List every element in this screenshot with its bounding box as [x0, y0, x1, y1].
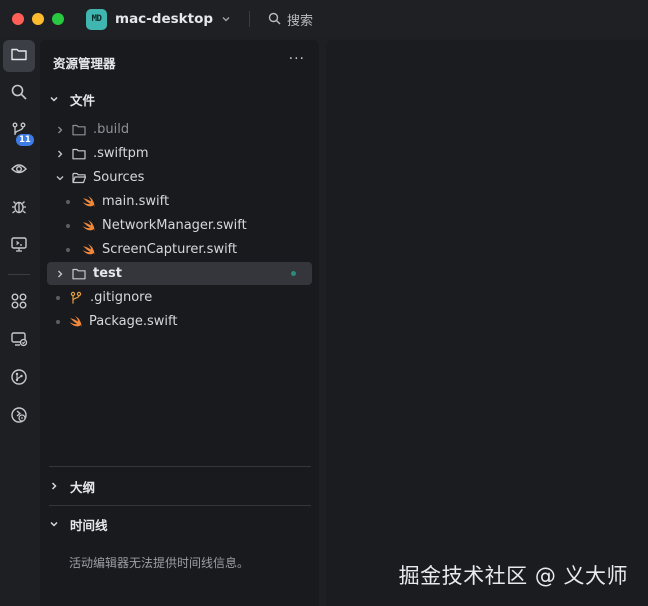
folder-icon — [71, 146, 87, 162]
tree-item-test[interactable]: test — [47, 262, 312, 285]
activity-settings-sync[interactable] — [3, 401, 35, 433]
tree-item-build[interactable]: .build — [47, 118, 312, 141]
folder-open-icon — [71, 170, 87, 186]
git-file-icon — [68, 290, 84, 306]
titlebar-divider — [249, 11, 251, 27]
activity-watch[interactable] — [3, 154, 35, 186]
modified-indicator — [291, 271, 296, 276]
command-search[interactable]: 搜索 — [268, 10, 313, 29]
minimize-window-button[interactable] — [32, 13, 44, 25]
tree-item-label: main.swift — [102, 194, 170, 209]
chevron-down-icon — [54, 172, 66, 184]
chevron-down-icon — [48, 515, 60, 534]
tree-item-networkmanager-swift[interactable]: NetworkManager.swift — [47, 214, 312, 237]
search-icon — [10, 83, 28, 105]
timeline-section-header[interactable]: 时间线 — [48, 513, 108, 535]
title-bar: MD mac-desktop 搜索 — [0, 0, 648, 38]
tree-item-swiftpm[interactable]: .swiftpm — [47, 142, 312, 165]
extensions-icon — [10, 292, 28, 314]
pane-divider — [49, 505, 311, 506]
files-section-header[interactable]: 文件 — [48, 88, 95, 110]
settings-sync-icon — [10, 406, 28, 428]
files-icon — [10, 45, 28, 67]
outline-section-header[interactable]: 大纲 — [48, 475, 95, 497]
swift-icon — [80, 242, 96, 258]
activity-search[interactable] — [3, 78, 35, 110]
eye-icon — [10, 159, 28, 181]
indent-dot — [66, 223, 70, 228]
swift-icon — [80, 194, 96, 210]
source-control-badge: 11 — [16, 134, 34, 146]
swift-icon — [67, 314, 83, 330]
window-controls — [12, 13, 64, 25]
tree-item-label: .build — [93, 122, 130, 137]
remote-explorer-icon — [10, 330, 28, 352]
indent-dot — [66, 199, 70, 204]
indent-dot — [56, 319, 60, 324]
outline-section-title: 大纲 — [70, 479, 96, 495]
project-name[interactable]: mac-desktop — [115, 11, 213, 27]
chevron-down-icon — [48, 90, 60, 109]
tree-item-label: test — [93, 266, 122, 281]
close-window-button[interactable] — [12, 13, 24, 25]
watermark: 掘金技术社区 @ 义大师 — [398, 564, 628, 588]
timeline-section-title: 时间线 — [70, 517, 108, 533]
activity-remote-monitor[interactable] — [3, 230, 35, 262]
pane-divider — [49, 466, 311, 467]
debug-icon — [10, 197, 28, 219]
editor-area[interactable] — [326, 40, 648, 606]
tree-item-gitignore[interactable]: .gitignore — [47, 286, 312, 309]
tree-item-main-swift[interactable]: main.swift — [47, 190, 312, 213]
indent-dot — [66, 247, 70, 252]
swift-icon — [80, 218, 96, 234]
tree-item-label: Sources — [93, 170, 145, 185]
activity-bar: 11 — [0, 38, 38, 606]
tree-item-label: NetworkManager.swift — [102, 218, 247, 233]
tree-item-label: Package.swift — [89, 314, 178, 329]
explorer-title: 资源管理器 — [53, 56, 116, 71]
tree-item-label: .swiftpm — [93, 146, 149, 161]
activity-explorer[interactable] — [3, 40, 35, 72]
folder-icon — [71, 266, 87, 282]
tree-item-label: .gitignore — [90, 290, 153, 305]
activity-git-graph[interactable] — [3, 363, 35, 395]
activity-source-control[interactable]: 11 — [3, 116, 35, 148]
project-badge[interactable]: MD — [86, 8, 107, 30]
activity-debug[interactable] — [3, 192, 35, 224]
indent-dot — [56, 295, 60, 300]
search-label: 搜索 — [287, 13, 314, 29]
activity-divider — [8, 274, 30, 275]
tree-item-screencapturer-swift[interactable]: ScreenCapturer.swift — [47, 238, 312, 261]
more-actions-icon[interactable]: ··· — [289, 51, 305, 67]
remote-monitor-icon — [10, 235, 28, 257]
tree-item-sources[interactable]: Sources — [47, 166, 312, 189]
chevron-right-icon — [48, 477, 60, 496]
tree-item-label: ScreenCapturer.swift — [102, 242, 238, 257]
tree-item-package-swift[interactable]: Package.swift — [47, 310, 312, 333]
chevron-right-icon — [54, 148, 66, 160]
chevron-down-icon[interactable] — [221, 14, 231, 24]
explorer-panel: 资源管理器 ··· 文件 .build .swiftpm Sources mai… — [40, 40, 319, 606]
files-section-title: 文件 — [70, 92, 96, 108]
git-graph-icon — [10, 368, 28, 390]
timeline-empty-message: 活动编辑器无法提供时间线信息。 — [69, 556, 250, 570]
search-icon — [268, 10, 281, 29]
zoom-window-button[interactable] — [52, 13, 64, 25]
folder-icon — [71, 122, 87, 138]
activity-extensions[interactable] — [3, 287, 35, 319]
chevron-right-icon — [54, 124, 66, 136]
chevron-right-icon — [54, 268, 66, 280]
activity-remote-explorer[interactable] — [3, 325, 35, 357]
